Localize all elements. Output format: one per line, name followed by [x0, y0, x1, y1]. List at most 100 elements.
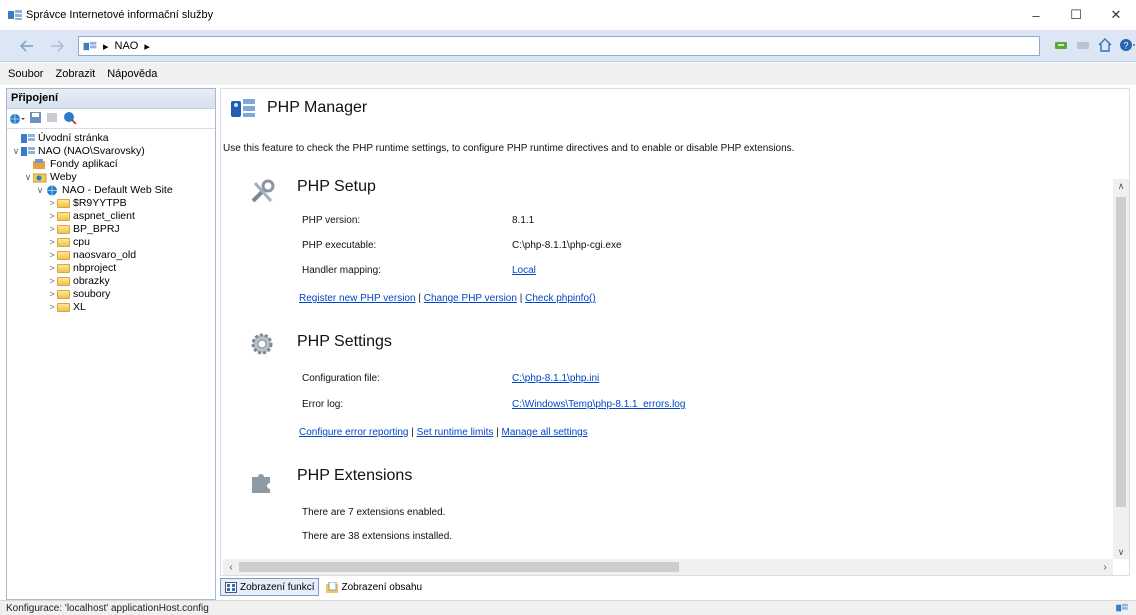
iis-app-icon [8, 10, 22, 20]
gear-icon [251, 333, 273, 355]
tree-item[interactable]: > cpu [7, 236, 215, 249]
content-view-icon [326, 581, 339, 593]
error-log-link[interactable]: C:\Windows\Temp\php-8.1.1_errors.log [512, 399, 685, 410]
back-button[interactable] [12, 36, 42, 56]
connections-toolbar [7, 109, 215, 129]
chevron-right-icon[interactable]: > [47, 249, 57, 262]
chevron-down-icon[interactable]: ∨ [35, 184, 45, 197]
tree-item[interactable]: > obrazky [7, 275, 215, 288]
tree-item[interactable]: ∨ Weby [7, 171, 215, 184]
folder-icon [57, 277, 70, 286]
tree-item[interactable]: Úvodní stránka [7, 132, 215, 145]
menu-item-soubor[interactable]: Soubor [8, 68, 43, 80]
scroll-up-icon[interactable]: ∧ [1113, 179, 1129, 193]
page-description: Use this feature to check the PHP runtim… [223, 143, 795, 154]
php-extensions-title: PHP Extensions [297, 467, 413, 484]
tree-item[interactable]: Fondy aplikací [7, 158, 215, 171]
help-icon: ? [1120, 39, 1135, 51]
tree-item[interactable]: > BP_BPRJ [7, 223, 215, 236]
php-setup-title: PHP Setup [297, 178, 376, 195]
folder-icon [57, 251, 70, 260]
chevron-right-icon[interactable]: > [47, 236, 57, 249]
chevron-right-icon[interactable]: > [47, 288, 57, 301]
maximize-button[interactable]: ☐ [1056, 0, 1096, 30]
horizontal-scroll-thumb[interactable] [239, 562, 679, 572]
scroll-left-icon[interactable]: ‹ [223, 559, 239, 575]
tree-item-label: BP_BPRJ [73, 223, 120, 235]
folder-icon [57, 290, 70, 299]
configuration-file-link[interactable]: C:\php-8.1.1\php.ini [512, 373, 599, 384]
tree-item[interactable]: > $R9YYTPB [7, 197, 215, 210]
features-view-tab[interactable]: Zobrazení funkcí [220, 578, 320, 596]
globe-icon [45, 185, 59, 196]
tree-item[interactable]: ∨ NAO (NAO\Svarovsky) [7, 145, 215, 158]
help-button[interactable]: ? [1118, 36, 1136, 54]
chevron-right-icon[interactable]: > [47, 223, 57, 236]
save-button[interactable] [29, 111, 42, 127]
configure-error-reporting-link[interactable]: Configure error reporting [299, 427, 409, 438]
server-icon [21, 146, 35, 157]
address-box[interactable]: ▸ NAO ▸ [78, 36, 1040, 56]
horizontal-scrollbar[interactable]: ‹ › [223, 559, 1113, 575]
tree-item[interactable]: > aspnet_client [7, 210, 215, 223]
tree-item-label: nbproject [73, 262, 117, 274]
handler-mapping-link[interactable]: Local [512, 265, 536, 276]
tree-item[interactable]: > naosvaro_old [7, 249, 215, 262]
set-runtime-limits-link[interactable]: Set runtime limits [417, 427, 494, 438]
vertical-scroll-thumb[interactable] [1116, 197, 1126, 507]
folder-icon [57, 238, 70, 247]
chevron-right-icon[interactable]: > [47, 275, 57, 288]
tree-item[interactable]: ∨ NAO - Default Web Site [7, 184, 215, 197]
chevron-right-icon[interactable]: > [47, 301, 57, 314]
chevron-right-icon[interactable]: > [47, 210, 57, 223]
php-settings-links: Configure error reporting | Set runtime … [299, 427, 588, 438]
chevron-down-icon[interactable]: ∨ [11, 145, 21, 158]
app-pools-icon [33, 159, 47, 170]
home-button[interactable] [1096, 36, 1114, 54]
check-phpinfo-link[interactable]: Check phpinfo() [525, 293, 596, 304]
connect-button[interactable] [1052, 36, 1070, 54]
scroll-right-icon[interactable]: › [1097, 559, 1113, 575]
edit-button[interactable] [46, 111, 59, 127]
close-button[interactable]: ✕ [1096, 0, 1136, 30]
tree-item[interactable]: > nbproject [7, 262, 215, 275]
folder-icon [57, 199, 70, 208]
tree-item-label: aspnet_client [73, 210, 135, 222]
vertical-scrollbar[interactable]: ∧ ∨ [1113, 179, 1129, 559]
php-setup-links: Register new PHP version | Change PHP ve… [299, 293, 596, 304]
menu-item-napoveda[interactable]: Nápověda [107, 68, 157, 80]
tools-icon [251, 179, 275, 203]
link-separator: | [519, 293, 523, 304]
chevron-down-icon[interactable]: ∨ [23, 171, 33, 184]
register-php-version-link[interactable]: Register new PHP version [299, 293, 416, 304]
php-executable-label: PHP executable: [302, 240, 377, 251]
php-manager-panel: PHP Manager Use this feature to check th… [220, 88, 1130, 576]
tree-item-label: Fondy aplikací [50, 158, 118, 170]
svg-text:?: ? [1123, 41, 1128, 51]
chevron-right-icon[interactable]: > [47, 197, 57, 210]
folder-icon [57, 264, 70, 273]
content-view-tab[interactable]: Zobrazení obsahu [321, 578, 427, 596]
connect-dropdown-button[interactable] [9, 112, 25, 126]
tree-item[interactable]: > soubory [7, 288, 215, 301]
handler-mapping-label: Handler mapping: [302, 265, 381, 276]
forward-button[interactable] [42, 36, 72, 56]
status-text: Konfigurace: 'localhost' applicationHost… [6, 603, 209, 614]
puzzle-icon [252, 474, 270, 493]
minimize-button[interactable]: – [1016, 0, 1056, 30]
disconnect-button[interactable] [63, 111, 77, 127]
change-php-version-link[interactable]: Change PHP version [424, 293, 517, 304]
stop-icon [1077, 42, 1089, 49]
scroll-down-icon[interactable]: ∨ [1113, 545, 1129, 559]
php-executable-value: C:\php-8.1.1\php-cgi.exe [512, 240, 622, 251]
chevron-right-icon[interactable]: > [47, 262, 57, 275]
tree-item[interactable]: > XL [7, 301, 215, 314]
tree-item-label: NAO - Default Web Site [62, 184, 173, 196]
connections-tree: Úvodní stránka ∨ NAO (NAO\Svarovsky) Fondy … [7, 129, 215, 314]
manage-all-settings-link[interactable]: Manage all settings [502, 427, 588, 438]
connections-panel: Připojení Úvodní stránka ∨ NAO (NAO\Svarov… [6, 88, 216, 600]
breadcrumb-item-nao[interactable]: NAO [115, 40, 139, 52]
menu-item-zobrazit[interactable]: Zobrazit [55, 68, 95, 80]
stop-button[interactable] [1074, 36, 1092, 54]
folder-icon [57, 303, 70, 312]
